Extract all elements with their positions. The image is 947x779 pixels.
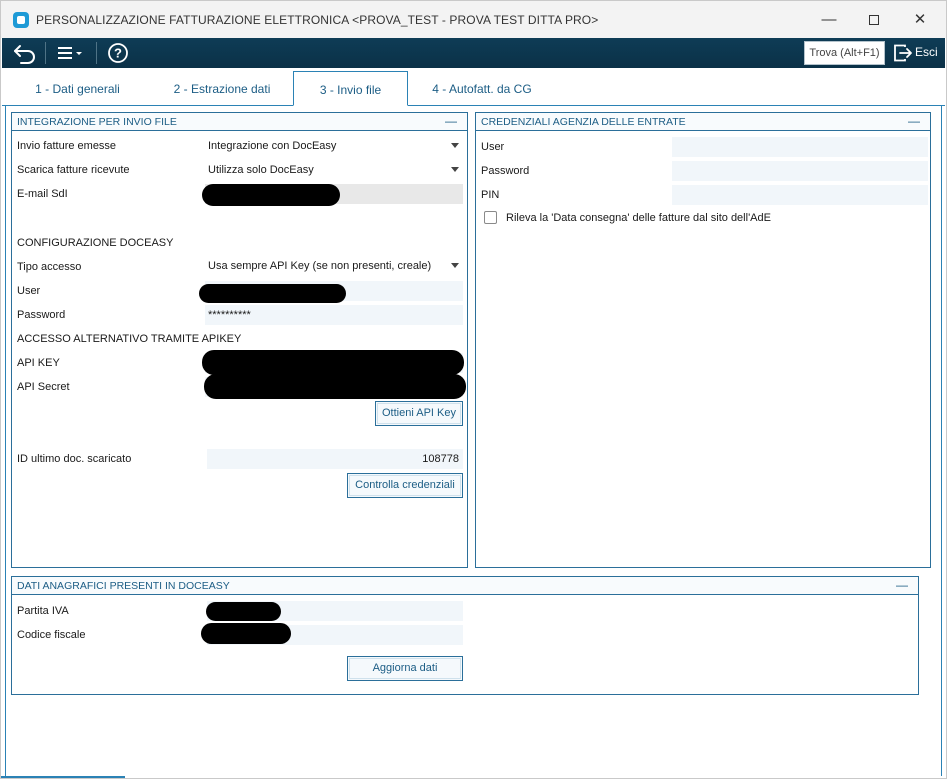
toolbar-separator xyxy=(96,42,97,64)
tab-dati-generali[interactable]: 1 - Dati generali xyxy=(10,71,145,106)
collapse-icon[interactable]: — xyxy=(908,114,920,128)
search-button[interactable]: Trova (Alt+F1) xyxy=(804,41,885,65)
maximize-button[interactable] xyxy=(854,7,894,33)
tab-bar: 1 - Dati generali 2 - Estrazione dati 3 … xyxy=(2,68,945,106)
scarica-value: Utilizza solo DocEasy xyxy=(208,164,314,176)
cf-label: Codice fiscale xyxy=(17,629,86,641)
invio-label: Invio fatture emesse xyxy=(17,140,117,152)
tab-autofatt-cg[interactable]: 4 - Autofatt. da CG xyxy=(412,71,552,106)
integrazione-group: INTEGRAZIONE PER INVIO FILE — Invio fatt… xyxy=(11,112,468,568)
toolbar: ? Trova (Alt+F1) Esci xyxy=(2,38,945,68)
redaction-mark xyxy=(201,623,291,644)
redaction-mark xyxy=(202,184,340,206)
help-button[interactable]: ? xyxy=(106,41,130,65)
ottieni-api-key-button[interactable]: Ottieni API Key xyxy=(375,401,463,426)
user-label: User xyxy=(17,285,41,297)
minimize-icon: — xyxy=(821,11,837,28)
aggiorna-dati-button[interactable]: Aggiorna dati xyxy=(347,656,463,681)
chevron-down-icon xyxy=(451,167,459,172)
menu-button[interactable] xyxy=(54,41,88,65)
hamburger-menu-icon xyxy=(58,47,82,59)
invio-value: Integrazione con DocEasy xyxy=(208,140,337,152)
chevron-down-icon xyxy=(451,143,459,148)
ade-password-label: Password xyxy=(481,165,530,177)
password-field[interactable]: ********** xyxy=(205,305,463,325)
tab-invio-file[interactable]: 3 - Invio file xyxy=(293,71,408,106)
close-icon: ✕ xyxy=(913,11,927,28)
group-title: CREDENZIALI AGENZIA DELLE ENTRATE xyxy=(481,116,686,128)
invio-select[interactable]: Integrazione con DocEasy xyxy=(205,136,463,156)
email-label: E-mail SdI xyxy=(17,188,68,200)
maximize-icon xyxy=(869,15,879,26)
group-header: INTEGRAZIONE PER INVIO FILE — xyxy=(12,113,467,131)
chevron-down-icon xyxy=(451,263,459,268)
status-strip xyxy=(1,776,125,778)
tab-content: INTEGRAZIONE PER INVIO FILE — Invio fatt… xyxy=(5,106,942,776)
ade-pin-field[interactable] xyxy=(672,185,928,205)
controlla-credenziali-button[interactable]: Controlla credenziali xyxy=(347,473,463,498)
anagrafici-group: DATI ANAGRAFICI PRESENTI IN DOCEASY — Pa… xyxy=(11,576,919,695)
exit-label: Esci xyxy=(915,45,938,59)
rileva-label: Rileva la 'Data consegna' delle fatture … xyxy=(506,212,771,224)
tipo-value: Usa sempre API Key (se non presenti, cre… xyxy=(208,260,432,272)
group-title: INTEGRAZIONE PER INVIO FILE xyxy=(17,116,177,128)
exit-button[interactable]: Esci xyxy=(891,41,945,65)
ade-user-label: User xyxy=(481,141,505,153)
redaction-mark xyxy=(202,350,464,375)
rileva-checkbox[interactable] xyxy=(484,211,497,224)
close-button[interactable]: ✕ xyxy=(900,7,940,33)
title-bar: PERSONALIZZAZIONE FATTURAZIONE ELETTRONI… xyxy=(1,1,946,38)
minimize-button[interactable]: — xyxy=(809,7,849,33)
config-section-title: CONFIGURAZIONE DOCEASY xyxy=(17,237,174,249)
redaction-mark xyxy=(199,284,346,303)
tipo-label: Tipo accesso xyxy=(17,261,82,273)
ade-user-field[interactable] xyxy=(672,137,928,157)
password-label: Password xyxy=(17,309,66,321)
toolbar-separator xyxy=(45,42,46,64)
group-header: DATI ANAGRAFICI PRESENTI IN DOCEASY — xyxy=(12,577,918,595)
scarica-label: Scarica fatture ricevute xyxy=(17,164,130,176)
piva-label: Partita IVA xyxy=(17,605,69,617)
window-title: PERSONALIZZAZIONE FATTURAZIONE ELETTRONI… xyxy=(36,13,599,27)
group-header: CREDENZIALI AGENZIA DELLE ENTRATE — xyxy=(476,113,930,131)
tipo-select[interactable]: Usa sempre API Key (se non presenti, cre… xyxy=(205,256,463,276)
help-icon: ? xyxy=(108,43,128,63)
app-window: PERSONALIZZAZIONE FATTURAZIONE ELETTRONI… xyxy=(0,0,947,779)
id-ultimo-label: ID ultimo doc. scaricato xyxy=(17,453,132,465)
redaction-mark xyxy=(206,602,281,621)
apikey-label: API KEY xyxy=(17,357,60,369)
id-ultimo-field[interactable]: 108778 xyxy=(207,449,463,469)
app-icon xyxy=(13,12,29,28)
tab-estrazione-dati[interactable]: 2 - Estrazione dati xyxy=(152,71,292,106)
alt-section-title: ACCESSO ALTERNATIVO TRAMITE APIKEY xyxy=(17,333,242,345)
ade-pin-label: PIN xyxy=(481,189,500,201)
credenziali-group: CREDENZIALI AGENZIA DELLE ENTRATE — User… xyxy=(475,112,931,568)
back-arrow-icon xyxy=(14,45,35,64)
collapse-icon[interactable]: — xyxy=(896,578,908,592)
group-title: DATI ANAGRAFICI PRESENTI IN DOCEASY xyxy=(17,580,230,592)
ade-password-field[interactable] xyxy=(672,161,928,181)
apisecret-label: API Secret xyxy=(17,381,70,393)
back-button[interactable] xyxy=(12,41,38,65)
scarica-select[interactable]: Utilizza solo DocEasy xyxy=(205,160,463,180)
svg-text:?: ? xyxy=(114,46,122,61)
collapse-icon[interactable]: — xyxy=(445,114,457,128)
password-value: ********** xyxy=(208,309,251,321)
exit-icon xyxy=(894,44,912,62)
redaction-mark xyxy=(204,374,466,399)
